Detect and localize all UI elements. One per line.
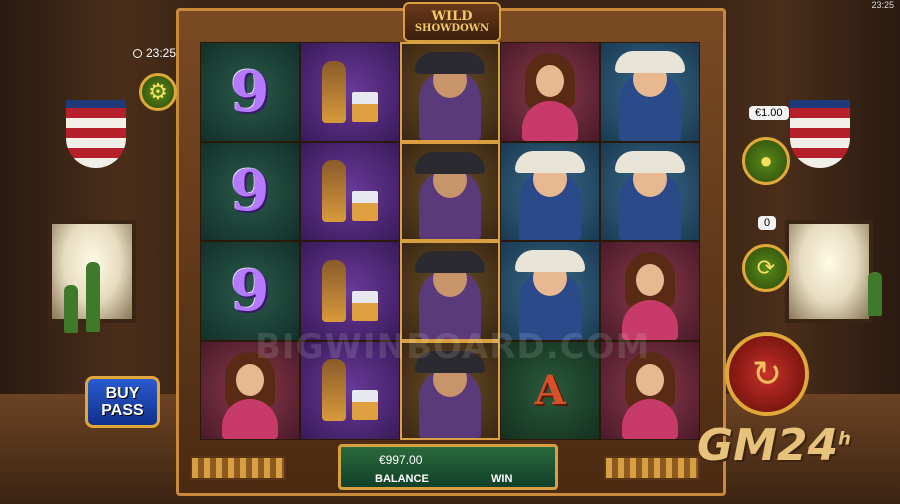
logo-text-showdown: SHOWDOWN — [414, 22, 490, 34]
whiskey-glass-icon — [352, 191, 378, 222]
whiskey-bottle-icon — [322, 259, 346, 322]
bet-value: €1.00 — [749, 106, 789, 120]
symbol-whiskey — [300, 241, 400, 341]
symbol-nine-text: 9 — [230, 158, 270, 225]
symbol-whiskey — [300, 141, 400, 241]
buy-pass-line1: BUY — [105, 385, 140, 402]
bandit-hat-icon — [415, 151, 485, 174]
decor-panel-left — [190, 456, 286, 480]
autoplay-count: 0 — [758, 216, 777, 230]
symbol-whiskey — [300, 42, 400, 142]
whiskey-bottle-icon — [322, 60, 346, 123]
symbol-nine: 9 — [200, 141, 300, 241]
gm24-text: GM24 — [697, 420, 839, 471]
game-logo: WILD SHOWDOWN — [403, 2, 501, 42]
symbol-nine: 9 — [200, 42, 300, 142]
gm24-sup: h — [838, 428, 851, 450]
decor-panel-right — [604, 456, 700, 480]
symbol-bandit — [400, 42, 500, 142]
symbol-sheriff — [500, 241, 600, 341]
settings-button[interactable]: ⚙ — [139, 73, 177, 111]
symbol-nine-text: 9 — [230, 58, 270, 125]
autoplay-button[interactable]: ⟳ — [742, 244, 790, 292]
girl-face — [636, 264, 664, 296]
symbol-bandit — [400, 141, 500, 241]
spin-button[interactable]: ↻ — [725, 332, 809, 416]
bottle-left-2 — [86, 262, 100, 332]
system-time: 23:25 — [871, 0, 894, 10]
symbol-saloon-girl — [500, 42, 600, 142]
symbol-sheriff — [500, 141, 600, 241]
logo-text-wild: WILD — [431, 8, 473, 24]
autoplay-icon: ⟳ — [756, 255, 776, 280]
bet-button[interactable]: ● — [742, 137, 790, 185]
buy-pass-button[interactable]: BUY PASS — [85, 376, 160, 428]
bandit-hat-icon — [415, 251, 485, 273]
coins-icon: ● — [759, 148, 773, 173]
girl-face — [236, 363, 264, 396]
bigwin-watermark: BIGWINBOARD.COM — [255, 327, 651, 367]
symbol-sheriff — [600, 141, 700, 241]
win-label: WIN — [491, 473, 513, 485]
girl-face — [536, 65, 564, 97]
symbol-nine-text: 9 — [230, 257, 270, 324]
whiskey-bottle-icon — [322, 160, 346, 223]
reel-grid: 9 9 9 A — [200, 42, 700, 440]
bunting-right — [790, 100, 850, 168]
bunting-left — [66, 100, 126, 168]
whiskey-glass-icon — [352, 91, 378, 122]
whiskey-glass-icon — [352, 290, 378, 321]
symbol-sheriff — [600, 42, 700, 142]
symbol-saloon-girl — [600, 241, 700, 341]
sheriff-hat-icon — [515, 250, 585, 272]
bottle-left-1 — [64, 285, 78, 333]
balance-value: €997.00 — [379, 453, 423, 467]
whiskey-bottle-icon — [322, 359, 346, 422]
whiskey-glass-icon — [352, 390, 378, 421]
saloon-window-right — [785, 220, 873, 323]
symbol-ace-text: A — [534, 366, 566, 414]
clock: 23:25 — [133, 46, 176, 60]
gm24-watermark: GM24h — [697, 420, 851, 471]
clock-time: 23:25 — [146, 46, 177, 60]
symbol-bandit — [400, 241, 500, 341]
buy-pass-line2: PASS — [101, 402, 144, 419]
sheriff-hat-icon — [515, 150, 585, 173]
balance-panel: €997.00 BALANCE WIN — [338, 444, 558, 490]
clock-icon — [133, 48, 142, 58]
sheriff-hat-icon — [615, 150, 685, 173]
gear-icon: ⚙ — [148, 79, 168, 104]
bandit-hat-icon — [415, 52, 485, 74]
bottle-right — [868, 272, 882, 316]
symbol-nine: 9 — [200, 241, 300, 341]
sheriff-hat-icon — [615, 51, 685, 73]
girl-face — [636, 363, 664, 396]
spin-icon: ↻ — [751, 353, 783, 394]
balance-label: BALANCE — [375, 473, 429, 485]
